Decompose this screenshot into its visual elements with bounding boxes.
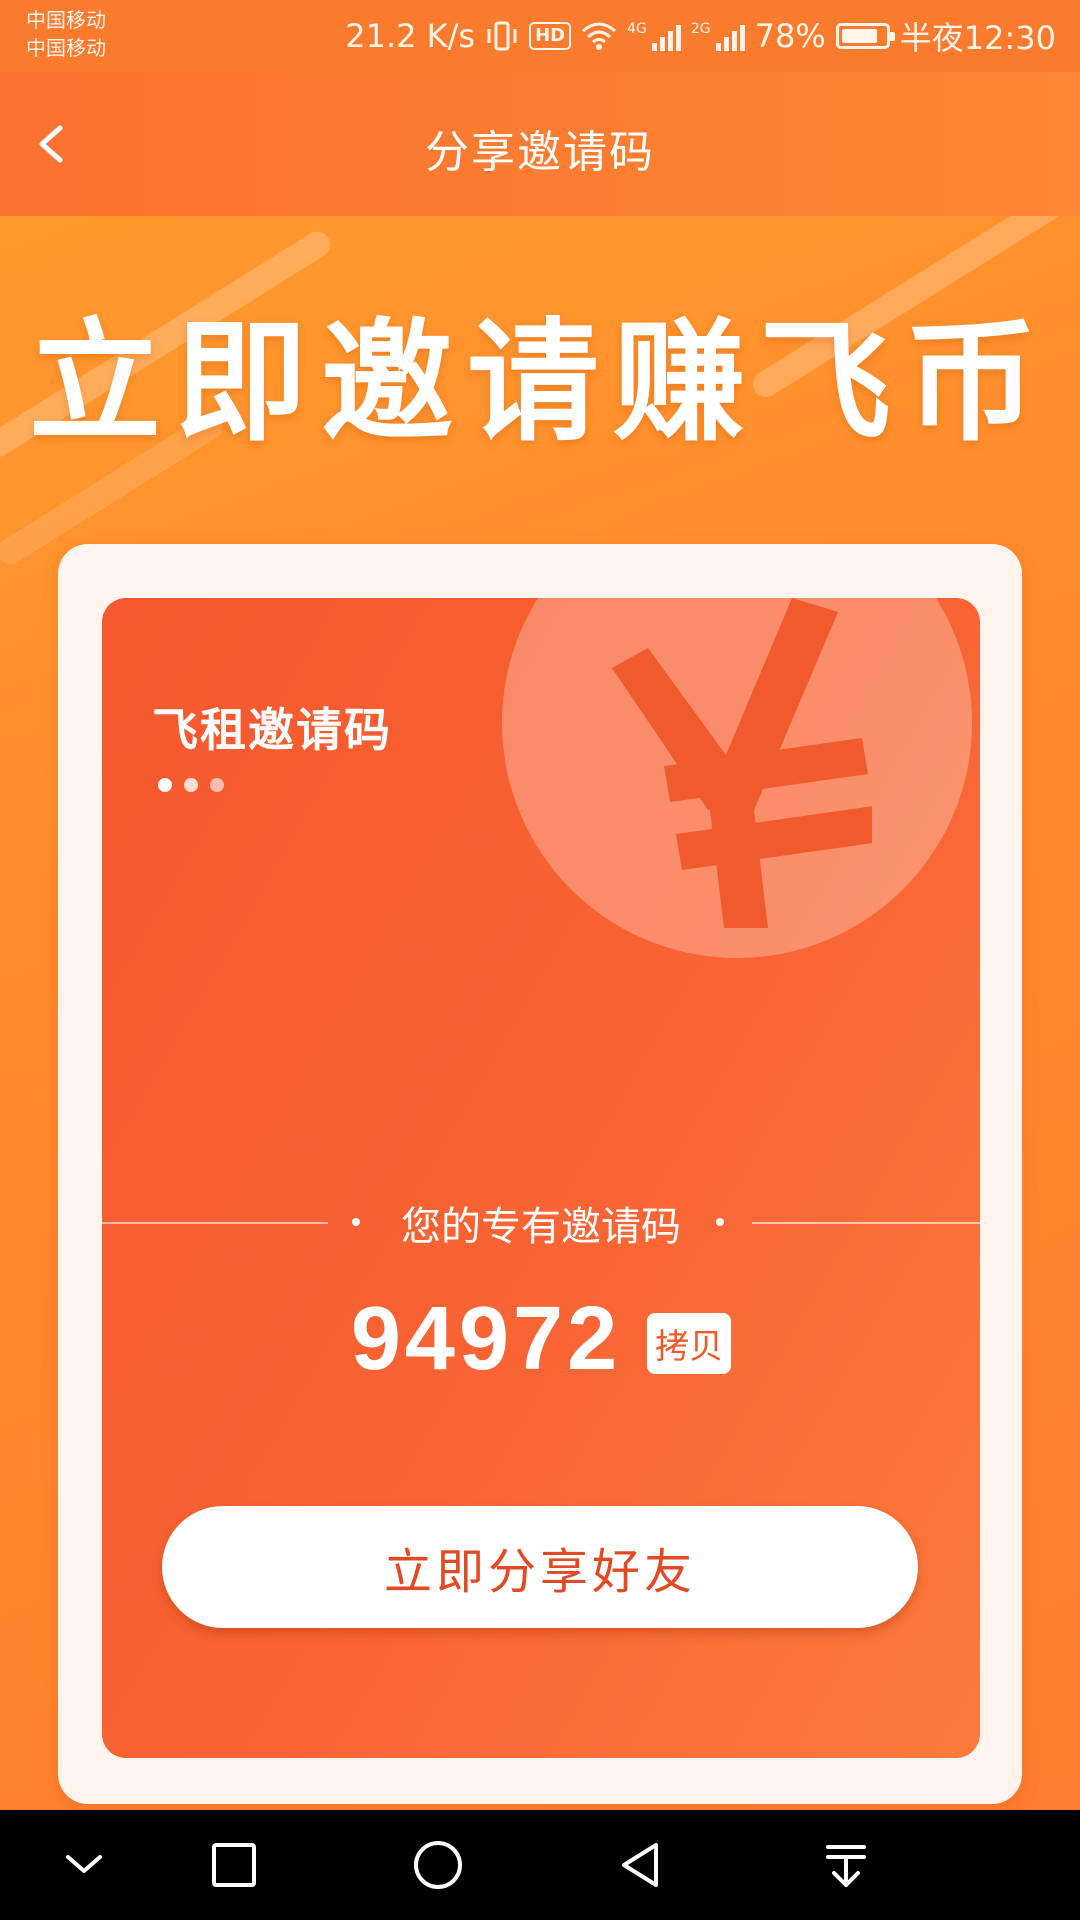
divider-right bbox=[752, 1222, 980, 1224]
carrier-2: 中国移动 bbox=[26, 36, 106, 60]
copy-button[interactable]: 拷贝 bbox=[647, 1313, 732, 1374]
sim2-type: 2G bbox=[690, 21, 711, 37]
carrier-1: 中国移动 bbox=[26, 8, 106, 32]
card-label: 飞租邀请码 bbox=[152, 703, 392, 757]
clock: 半夜12:30 bbox=[899, 19, 1056, 57]
dot bbox=[210, 778, 224, 792]
status-bar: 中国移动 中国移动 21.2 K/s HD 4G 2G 78% 半夜12:30 bbox=[0, 0, 1080, 72]
carrier-info: 中国移动 中国移动 bbox=[26, 6, 106, 62]
battery-icon bbox=[835, 23, 895, 49]
app-header: 分享邀请码 bbox=[0, 72, 1080, 216]
wifi-icon bbox=[582, 22, 617, 50]
system-nav-bar bbox=[0, 1810, 1080, 1920]
share-friends-button[interactable]: 立即分享好友 bbox=[162, 1506, 918, 1628]
invite-card: 飞租邀请码 您的专有邀请码 94972 拷贝 立即分享好友 bbox=[102, 598, 980, 1758]
yuan-icon bbox=[612, 598, 872, 928]
status-indicators: 21.2 K/s HD 4G 2G 78% 半夜12:30 bbox=[345, 0, 1056, 72]
chevron-down-icon[interactable] bbox=[56, 1837, 112, 1893]
page-title: 分享邀请码 bbox=[425, 127, 655, 178]
dot bbox=[184, 778, 198, 792]
download-icon[interactable] bbox=[818, 1837, 874, 1893]
battery-percent: 78% bbox=[754, 17, 826, 55]
code-row: 94972 拷贝 bbox=[102, 1288, 980, 1391]
invite-code: 94972 bbox=[350, 1289, 622, 1389]
hd-badge: HD bbox=[529, 22, 572, 50]
divider-dot bbox=[716, 1218, 724, 1226]
vibrate-icon bbox=[487, 21, 517, 51]
dot bbox=[158, 778, 172, 792]
hero-title: 立即邀请赚飞币 bbox=[29, 306, 1051, 460]
decor-dots bbox=[158, 778, 224, 792]
circle-icon[interactable] bbox=[410, 1837, 466, 1893]
network-speed: 21.2 K/s bbox=[345, 17, 476, 55]
triangle-back-icon[interactable] bbox=[614, 1837, 670, 1893]
invite-card-frame: 飞租邀请码 您的专有邀请码 94972 拷贝 立即分享好友 bbox=[58, 544, 1022, 1804]
sim1-type: 4G bbox=[627, 21, 647, 37]
signal-sim1-icon: 4G bbox=[627, 21, 681, 51]
signal-sim2-icon: 2G bbox=[691, 21, 745, 51]
square-icon[interactable] bbox=[206, 1837, 262, 1893]
